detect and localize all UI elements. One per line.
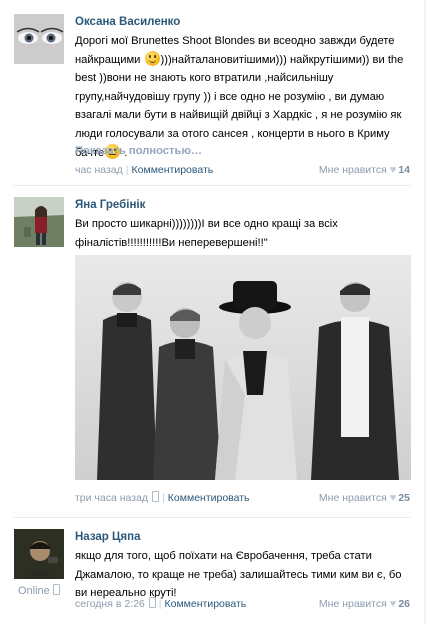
- like-count: 25: [398, 492, 410, 504]
- like-label: Мне нравится: [318, 598, 387, 610]
- attached-photo[interactable]: [75, 255, 411, 480]
- heart-icon: ♥: [389, 164, 397, 176]
- comment-footer: час назад | Комментировать Мне нравится ♥ 14: [75, 163, 410, 177]
- like-button[interactable]: Мне нравится ♥ 25: [319, 491, 410, 505]
- reply-link[interactable]: Комментировать: [165, 598, 247, 610]
- separator: |: [158, 598, 162, 610]
- divider: [14, 185, 410, 186]
- avatar[interactable]: [14, 14, 64, 64]
- separator: |: [125, 164, 129, 176]
- like-count: 26: [398, 598, 410, 610]
- like-count: 14: [398, 164, 410, 176]
- heart-icon: ♥: [389, 598, 397, 610]
- comment-text-part: )))найталановитішими))) найкрутішими)) в…: [75, 53, 404, 159]
- like-button[interactable]: Мне нравится ♥ 26: [319, 597, 410, 611]
- divider: [14, 517, 410, 518]
- smile-emoji-icon: [144, 50, 160, 66]
- mobile-icon: [152, 491, 160, 502]
- like-label: Мне нравится: [318, 164, 387, 176]
- comment-author[interactable]: Оксана Василенко: [75, 15, 180, 29]
- comment-time[interactable]: час назад: [75, 164, 123, 176]
- online-label: Online: [18, 585, 50, 597]
- comment-time[interactable]: сегодня в 2:26: [75, 598, 145, 610]
- reply-link[interactable]: Комментировать: [168, 492, 250, 504]
- like-label: Мне нравится: [318, 492, 387, 504]
- comment-time[interactable]: три часа назад: [75, 492, 148, 504]
- avatar[interactable]: [14, 529, 64, 579]
- like-button[interactable]: Мне нравится ♥ 14: [319, 163, 410, 177]
- comment-text: Дорогі мої Brunettes Shoot Blondes ви вс…: [75, 32, 410, 162]
- comment-footer: сегодня в 2:26 | Комментировать Мне нравит…: [75, 597, 410, 611]
- mobile-icon: [148, 597, 156, 608]
- show-more-link[interactable]: Показать полностью…: [75, 145, 202, 157]
- comment-author[interactable]: Назар Цяпа: [75, 530, 140, 544]
- comment-text: Ви просто шикарні))))))))I ви все одно к…: [75, 218, 338, 249]
- reply-link[interactable]: Комментировать: [132, 164, 214, 176]
- comment-text: якщо для того, щоб поїхати на Євробаченн…: [75, 550, 402, 600]
- comment-author[interactable]: Яна Гребінік: [75, 198, 145, 212]
- online-status: Online: [18, 584, 60, 597]
- mobile-icon: [52, 584, 60, 595]
- comment-footer: три часа назад | Комментировать Мне нравит…: [75, 491, 410, 505]
- separator: |: [162, 492, 165, 504]
- heart-icon: ♥: [389, 492, 397, 504]
- avatar[interactable]: [14, 197, 64, 247]
